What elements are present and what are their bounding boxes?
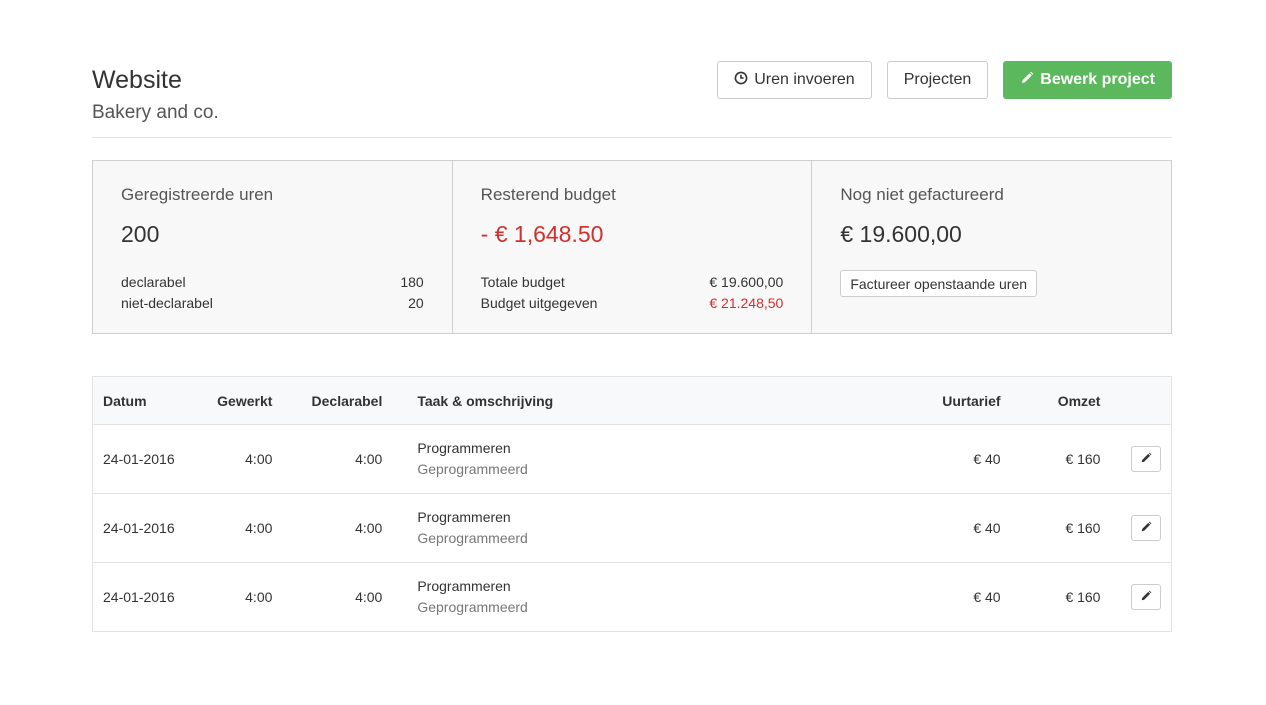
project-title: Website [92, 66, 182, 94]
cell-actions [1110, 493, 1172, 563]
stat-row: Budget uitgegeven € 21.248,50 [481, 293, 784, 314]
stat-remaining-budget: Resterend budget - € 1,648.50 Totale bud… [453, 161, 813, 333]
table-row: 24-01-2016 4:00 4:00 Programmeren Geprog… [92, 562, 1172, 632]
cell-billable: 4:00 [282, 493, 393, 563]
col-revenue: Omzet [1010, 376, 1111, 425]
stat-row-label: declarabel [121, 274, 186, 290]
stat-breakdown: Totale budget € 19.600,00 Budget uitgege… [481, 272, 784, 314]
pencil-icon [1140, 520, 1152, 536]
stat-row-value: € 21.248,50 [709, 295, 784, 311]
stat-label: Geregistreerde uren [121, 185, 274, 204]
cell-worked: 4:00 [192, 562, 283, 632]
task-description: Geprogrammeerd [417, 461, 528, 477]
edit-project-label: Bewerk project [1040, 71, 1155, 88]
table-row: 24-01-2016 4:00 4:00 Programmeren Geprog… [92, 493, 1172, 563]
row-edit-button[interactable] [1131, 584, 1161, 610]
cell-rate: € 40 [806, 424, 1011, 494]
task-description: Geprogrammeerd [417, 599, 528, 615]
pencil-icon [1020, 71, 1034, 90]
enter-hours-button[interactable]: Uren invoeren [717, 61, 872, 99]
cell-task: Programmeren Geprogrammeerd [392, 562, 807, 632]
col-actions [1110, 376, 1172, 425]
pencil-icon [1140, 451, 1152, 467]
stat-uninvoiced: Nog niet gefactureerd € 19.600,00 Factur… [812, 161, 1171, 333]
edit-project-button[interactable]: Bewerk project [1003, 61, 1172, 99]
stat-row-label: Budget uitgegeven [480, 295, 598, 311]
task-title: Programmeren [417, 440, 511, 456]
cell-revenue: € 160 [1010, 493, 1111, 563]
cell-billable: 4:00 [282, 562, 393, 632]
col-billable: Declarabel [282, 376, 393, 425]
cell-rate: € 40 [806, 562, 1011, 632]
stat-row: declarabel 180 [121, 272, 424, 293]
stat-row: Totale budget € 19.600,00 [481, 272, 784, 293]
stat-value: - € 1,648.50 [480, 221, 604, 247]
cell-worked: 4:00 [192, 493, 283, 563]
cell-date: 24-01-2016 [92, 493, 193, 563]
stat-value: € 19.600,00 [840, 221, 962, 247]
stat-value: 200 [121, 221, 160, 247]
cell-actions [1110, 424, 1172, 494]
stat-label: Nog niet gefactureerd [840, 185, 1004, 204]
row-edit-button[interactable] [1131, 515, 1161, 541]
enter-hours-label: Uren invoeren [754, 71, 855, 88]
table-header-row: Datum Gewerkt Declarabel Taak & omschrij… [92, 376, 1172, 425]
task-title: Programmeren [417, 509, 511, 525]
row-edit-button[interactable] [1131, 446, 1161, 472]
stat-row-value: 20 [408, 295, 424, 311]
cell-task: Programmeren Geprogrammeerd [392, 493, 807, 563]
page-header: Website Bakery and co. Uren invoeren Pro… [92, 0, 1172, 138]
page-container: Website Bakery and co. Uren invoeren Pro… [92, 0, 1172, 632]
client-name: Bakery and co. [92, 102, 219, 123]
col-rate: Uurtarief [806, 376, 1011, 425]
table-row: 24-01-2016 4:00 4:00 Programmeren Geprog… [92, 424, 1172, 494]
col-worked: Gewerkt [192, 376, 283, 425]
stat-row-value: € 19.600,00 [709, 274, 784, 290]
task-description: Geprogrammeerd [417, 530, 528, 546]
stat-label: Resterend budget [480, 185, 616, 204]
stat-row-label: niet-declarabel [121, 295, 213, 311]
cell-actions [1110, 562, 1172, 632]
cell-task: Programmeren Geprogrammeerd [392, 424, 807, 494]
cell-date: 24-01-2016 [92, 562, 193, 632]
stat-breakdown: declarabel 180 niet-declarabel 20 [121, 272, 424, 314]
cell-date: 24-01-2016 [92, 424, 193, 494]
task-title: Programmeren [417, 578, 511, 594]
stat-row: niet-declarabel 20 [121, 293, 424, 314]
stat-row-label: Totale budget [480, 274, 565, 290]
header-actions: Uren invoeren Projecten Bewerk project [717, 61, 1172, 99]
stat-registered-hours: Geregistreerde uren 200 declarabel 180 n… [93, 161, 453, 333]
projects-label: Projecten [903, 71, 972, 88]
col-date: Datum [92, 376, 193, 425]
pencil-icon [1140, 589, 1152, 605]
cell-billable: 4:00 [282, 424, 393, 494]
stats-panel: Geregistreerde uren 200 declarabel 180 n… [92, 160, 1172, 334]
clock-icon [734, 71, 748, 90]
hours-table: Datum Gewerkt Declarabel Taak & omschrij… [92, 376, 1172, 632]
cell-revenue: € 160 [1010, 562, 1111, 632]
cell-worked: 4:00 [192, 424, 283, 494]
invoice-open-hours-button[interactable]: Factureer openstaande uren [840, 270, 1038, 297]
col-task: Taak & omschrijving [392, 376, 807, 425]
cell-rate: € 40 [806, 493, 1011, 563]
stat-row-value: 180 [400, 274, 424, 290]
cell-revenue: € 160 [1010, 424, 1111, 494]
projects-button[interactable]: Projecten [886, 61, 989, 99]
